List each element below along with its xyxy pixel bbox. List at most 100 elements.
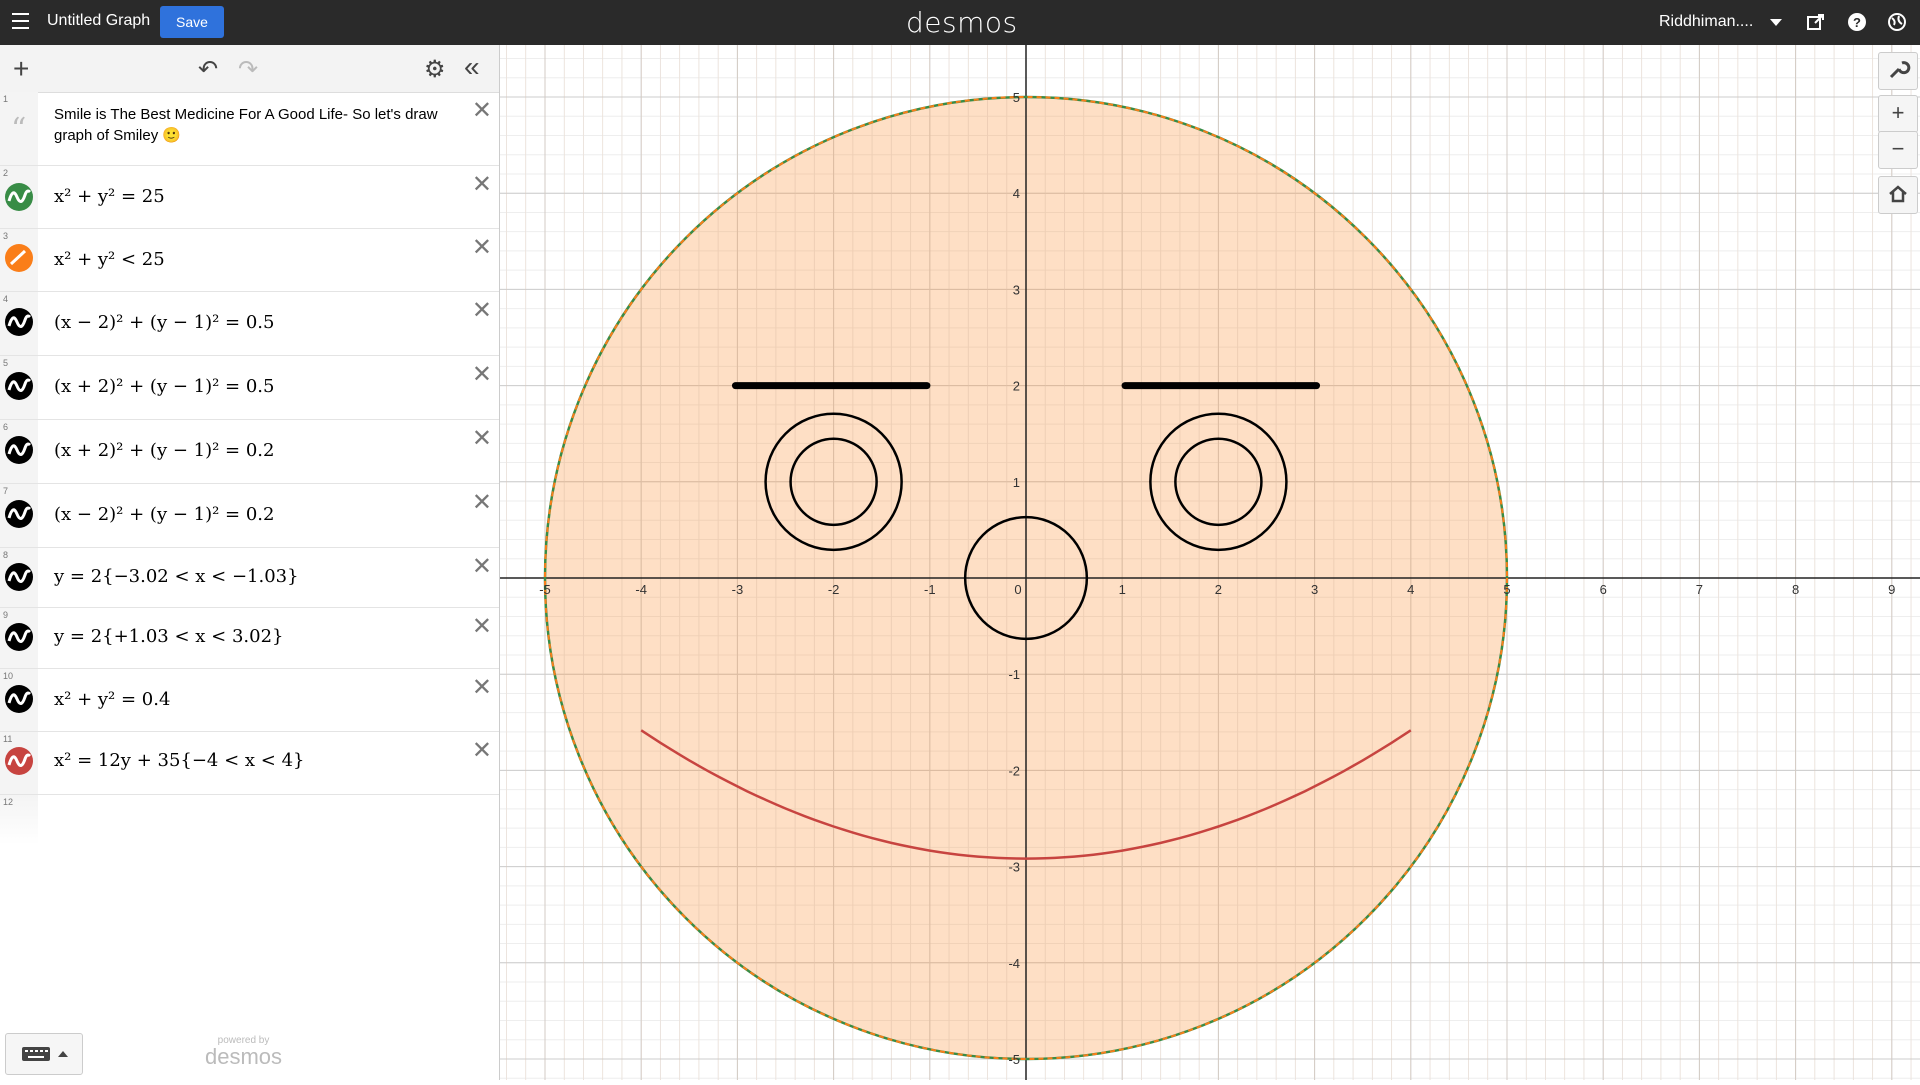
x-tick-label: -1 — [924, 582, 936, 597]
home-icon[interactable] — [1878, 176, 1918, 214]
wrench-icon[interactable] — [1878, 52, 1918, 90]
keyboard-toggle-button[interactable] — [5, 1033, 83, 1075]
y-tick-label: -2 — [1008, 763, 1020, 778]
y-tick-label: 5 — [1013, 90, 1020, 105]
svg-text:?: ? — [1853, 15, 1861, 30]
expression-row[interactable]: 2 x² + y² = 25 ✕ — [0, 166, 499, 229]
expression-row[interactable]: 10 x² + y² = 0.4 ✕ — [0, 669, 499, 732]
x-tick-label: 2 — [1215, 582, 1222, 597]
delete-icon[interactable]: ✕ — [472, 360, 492, 388]
x-tick-label: 9 — [1888, 582, 1895, 597]
desmos-logo: desmos — [906, 6, 1018, 39]
row-number: 11 — [3, 734, 13, 744]
save-button[interactable]: Save — [160, 6, 224, 38]
x-tick-label: -2 — [828, 582, 840, 597]
graph-canvas[interactable]: -5 -4 -3 -2 -1 0 1 2 3 4 5 6 7 8 9 5 4 3 2 1 -1 -2 -3 -4 -5 — [500, 45, 1920, 1080]
expression-input[interactable]: x² + y² = 25 — [54, 186, 165, 207]
delete-icon[interactable]: ✕ — [472, 96, 492, 124]
row-number: 8 — [3, 550, 9, 560]
delete-icon[interactable]: ✕ — [472, 488, 492, 516]
top-bar: Untitled Graph Save desmos Riddhiman....… — [0, 0, 1920, 45]
redo-button[interactable]: ↷ — [238, 55, 258, 84]
row-number: 9 — [3, 610, 9, 620]
note-text[interactable]: Smile is The Best Medicine For A Good Li… — [54, 104, 444, 146]
row-number: 10 — [3, 671, 14, 681]
curve-toggle-icon[interactable] — [5, 623, 33, 651]
delete-icon[interactable]: ✕ — [472, 552, 492, 580]
add-expression-button[interactable]: + — [13, 53, 29, 85]
expression-row[interactable]: 6 (x + 2)² + (y − 1)² = 0.2 ✕ — [0, 420, 499, 484]
curve-toggle-icon[interactable] — [5, 747, 33, 775]
expression-row[interactable]: 9 y = 2{+1.03 < x < 3.02} ✕ — [0, 608, 499, 669]
y-tick-label: 4 — [1013, 186, 1020, 201]
x-tick-label: 1 — [1119, 582, 1126, 597]
x-tick-label: 0 — [1014, 582, 1021, 597]
curve-toggle-icon[interactable] — [5, 183, 33, 211]
curve-toggle-icon[interactable] — [5, 685, 33, 713]
expression-panel: + ↶ ↷ ⚙ « 1 “ Smile is The Best Medicine… — [0, 45, 500, 1080]
delete-icon[interactable]: ✕ — [472, 170, 492, 198]
curve-toggle-icon[interactable] — [5, 436, 33, 464]
expression-row[interactable]: 4 (x − 2)² + (y − 1)² = 0.5 ✕ — [0, 292, 499, 356]
y-tick-label: -5 — [1008, 1052, 1020, 1067]
graph-paper[interactable]: -5 -4 -3 -2 -1 0 1 2 3 4 5 6 7 8 9 5 4 3 2 1 -1 -2 -3 -4 -5 — [500, 45, 1920, 1080]
delete-icon[interactable]: ✕ — [472, 736, 492, 764]
row-number: 6 — [3, 422, 9, 432]
delete-icon[interactable]: ✕ — [472, 612, 492, 640]
y-tick-label: -4 — [1008, 956, 1020, 971]
expression-input[interactable]: x² + y² < 25 — [54, 249, 165, 270]
expression-row[interactable]: 7 (x − 2)² + (y − 1)² = 0.2 ✕ — [0, 484, 499, 548]
x-tick-label: -3 — [732, 582, 744, 597]
x-tick-label: 5 — [1503, 582, 1510, 597]
expression-input[interactable]: (x − 2)² + (y − 1)² = 0.2 — [54, 504, 274, 525]
expression-input[interactable]: y = 2{−3.02 < x < −1.03} — [54, 566, 299, 587]
chevron-down-icon[interactable] — [1770, 19, 1782, 26]
curve-toggle-icon[interactable] — [5, 500, 33, 528]
help-icon[interactable]: ? — [1847, 12, 1867, 32]
quote-icon: “ — [11, 112, 27, 147]
undo-button[interactable]: ↶ — [198, 55, 218, 84]
y-tick-label: 3 — [1013, 282, 1020, 297]
y-tick-label: 1 — [1013, 475, 1020, 490]
expression-row[interactable]: 5 (x + 2)² + (y − 1)² = 0.5 ✕ — [0, 356, 499, 420]
collapse-panel-button[interactable]: « — [464, 51, 480, 83]
delete-icon[interactable]: ✕ — [472, 673, 492, 701]
expression-input[interactable]: x² = 12y + 35{−4 < x < 4} — [54, 750, 305, 771]
expression-input[interactable]: (x + 2)² + (y − 1)² = 0.5 — [54, 376, 274, 397]
curve-toggle-icon[interactable] — [5, 563, 33, 591]
delete-icon[interactable]: ✕ — [472, 233, 492, 261]
share-icon[interactable] — [1806, 12, 1826, 32]
menu-icon[interactable] — [12, 13, 29, 29]
x-tick-label: -5 — [539, 582, 551, 597]
user-name[interactable]: Riddhiman.... — [1659, 13, 1753, 31]
expression-row[interactable]: 3 x² + y² < 25 ✕ — [0, 229, 499, 292]
graph-title[interactable]: Untitled Graph — [47, 12, 150, 30]
x-tick-label: 8 — [1792, 582, 1799, 597]
y-tick-label: -1 — [1008, 667, 1020, 682]
gear-icon[interactable]: ⚙ — [424, 55, 446, 84]
expression-input[interactable]: x² + y² = 0.4 — [54, 689, 170, 710]
empty-expression-row[interactable]: 12 — [0, 795, 499, 845]
expression-input[interactable]: y = 2{+1.03 < x < 3.02} — [54, 626, 284, 647]
note-row[interactable]: 1 “ Smile is The Best Medicine For A Goo… — [0, 92, 499, 166]
row-number: 2 — [3, 168, 9, 178]
delete-icon[interactable]: ✕ — [472, 296, 492, 324]
curve-toggle-icon[interactable] — [5, 372, 33, 400]
expression-list: 1 “ Smile is The Best Medicine For A Goo… — [0, 92, 499, 845]
expression-input[interactable]: (x + 2)² + (y − 1)² = 0.2 — [54, 440, 274, 461]
delete-icon[interactable]: ✕ — [472, 424, 492, 452]
row-number: 3 — [3, 231, 9, 241]
x-tick-label: 4 — [1407, 582, 1414, 597]
row-number: 1 — [3, 94, 9, 104]
globe-icon[interactable] — [1887, 12, 1907, 32]
zoom-out-button[interactable]: − — [1878, 131, 1918, 169]
expression-row[interactable]: 11 x² = 12y + 35{−4 < x < 4} ✕ — [0, 732, 499, 795]
expression-toolbar: + ↶ ↷ ⚙ « — [0, 45, 499, 93]
zoom-in-button[interactable]: + — [1878, 95, 1918, 133]
shaded-toggle-icon[interactable] — [5, 244, 33, 272]
expression-row[interactable]: 8 y = 2{−3.02 < x < −1.03} ✕ — [0, 548, 499, 608]
y-tick-label: 2 — [1013, 379, 1020, 394]
x-tick-label: 7 — [1696, 582, 1703, 597]
curve-toggle-icon[interactable] — [5, 308, 33, 336]
expression-input[interactable]: (x − 2)² + (y − 1)² = 0.5 — [54, 312, 274, 333]
